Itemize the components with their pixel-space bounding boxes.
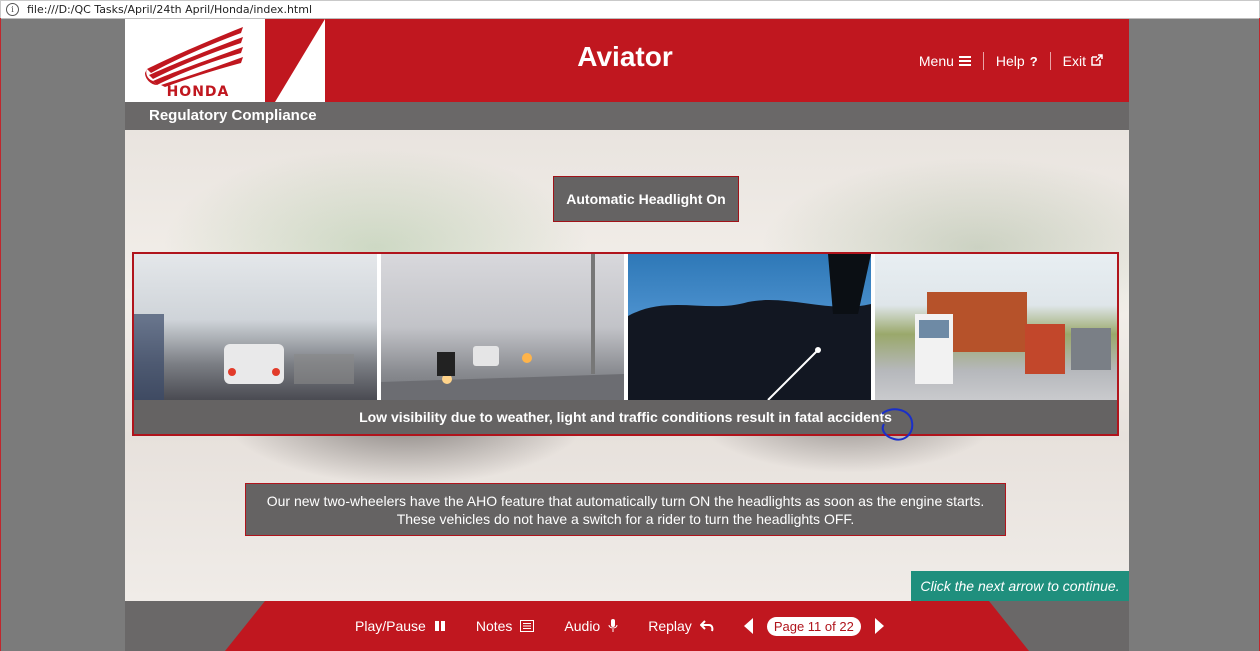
- info-text-box: Our new two-wheelers have the AHO featur…: [245, 483, 1006, 536]
- play-pause-label: Play/Pause: [355, 618, 426, 634]
- external-link-icon: [1091, 53, 1103, 69]
- exit-button[interactable]: Exit: [1051, 53, 1115, 69]
- app-title: Aviator: [577, 41, 673, 72]
- help-label: Help: [995, 53, 1025, 69]
- menu-button[interactable]: Menu: [907, 53, 983, 69]
- page-indicator: Page 11 of 22: [766, 616, 861, 636]
- honda-logo: HONDA: [145, 27, 243, 97]
- replay-arrow-icon: [699, 620, 714, 632]
- photo-row: [134, 254, 1117, 400]
- info-text-line-1: Our new two-wheelers have the AHO featur…: [266, 493, 985, 509]
- playback-controls: Play/Pause Notes Audio Replay Page 11 of…: [355, 601, 884, 651]
- help-button[interactable]: Help ?: [984, 53, 1050, 69]
- pause-icon: [434, 620, 446, 632]
- top-nav: Menu Help ? Exit: [907, 52, 1115, 70]
- image-strip: Low visibility due to weather, light and…: [132, 252, 1119, 436]
- section-title: Regulatory Compliance: [125, 102, 1129, 130]
- left-frame-border: [0, 18, 1, 651]
- hamburger-icon: [958, 54, 971, 69]
- notes-button[interactable]: Notes: [476, 618, 535, 634]
- annotation-circle-icon: [881, 408, 914, 441]
- info-icon[interactable]: i: [6, 3, 19, 16]
- course-player: HONDA Aviator Menu Help ? Exit Regulator…: [125, 19, 1129, 651]
- night-road-photo: [624, 254, 871, 400]
- exit-label: Exit: [1062, 53, 1086, 69]
- microphone-icon: [608, 619, 618, 633]
- audio-button[interactable]: Audio: [564, 618, 618, 634]
- page-navigation: Page 11 of 22: [743, 616, 884, 636]
- honda-logo-text: HONDA: [167, 84, 230, 97]
- menu-label: Menu: [918, 53, 954, 69]
- slide-heading: Automatic Headlight On: [553, 176, 739, 222]
- browser-address-bar[interactable]: i file:///D:/QC Tasks/April/24th April/H…: [0, 0, 1260, 19]
- replay-label: Replay: [648, 618, 692, 634]
- foggy-road-photo: [377, 254, 624, 400]
- audio-label: Audio: [564, 618, 601, 634]
- info-text-line-2: These vehicles do not have a switch for …: [396, 511, 855, 527]
- previous-arrow-icon[interactable]: [743, 618, 753, 634]
- notes-icon: [520, 620, 535, 632]
- rainy-traffic-photo: [134, 254, 377, 400]
- next-arrow-icon[interactable]: [874, 618, 884, 634]
- logo-stripe: [275, 19, 325, 102]
- replay-button[interactable]: Replay: [648, 618, 714, 634]
- address-url[interactable]: file:///D:/QC Tasks/April/24th April/Hon…: [27, 3, 312, 16]
- play-pause-button[interactable]: Play/Pause: [355, 618, 446, 634]
- question-icon: ?: [1029, 53, 1038, 69]
- notes-label: Notes: [475, 618, 513, 634]
- trucks-highway-photo: [871, 254, 1117, 400]
- image-caption: Low visibility due to weather, light and…: [359, 409, 892, 425]
- header-bar: HONDA Aviator Menu Help ? Exit: [125, 19, 1129, 102]
- continue-hint: Click the next arrow to continue.: [911, 571, 1129, 601]
